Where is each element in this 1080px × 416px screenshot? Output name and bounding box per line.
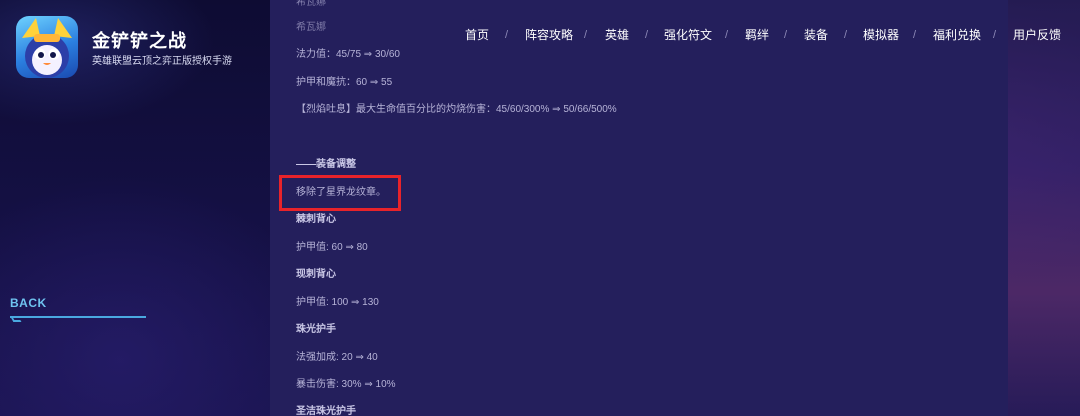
section-heading: ——装备调整 [296, 159, 356, 170]
item-heading: 现刺背心 [296, 269, 336, 280]
article-line: 法强加成: 20 ⇒ 40 [296, 352, 378, 363]
article-line: 暴击伤害: 30% ⇒ 10% [296, 379, 396, 390]
back-underline [10, 316, 146, 318]
article-line: 护甲值: 100 ⇒ 130 [296, 297, 379, 308]
nav-heroes[interactable]: 英雄 [605, 27, 629, 43]
article-line: 护甲和魔抗：60 ⇒ 55 [296, 77, 393, 88]
nav-feedback[interactable]: 用户反馈 [1013, 27, 1061, 43]
nav-home[interactable]: 首页 [465, 27, 489, 43]
penguin-mascot-icon [22, 18, 72, 78]
brand-subtitle: 英雄联盟云顶之弈正版授权手游 [92, 56, 232, 67]
nav-separator: / [993, 29, 997, 41]
back-button[interactable]: BACK [10, 296, 47, 310]
item-heading: 棘刺背心 [296, 214, 336, 225]
item-heading: 圣洁珠光护手 [296, 406, 356, 416]
article-line: 法力值：45/75 ⇒ 30/60 [296, 49, 400, 60]
item-heading: 珠光护手 [296, 324, 336, 335]
nav-simulator[interactable]: 模拟器 [863, 27, 899, 43]
nav-separator: / [844, 29, 848, 41]
top-navigation: 首页 / 阵容攻略 / 英雄 / 强化符文 / 羁绊 / 装备 / 模拟器 / … [0, 27, 1080, 43]
content-top-fade [270, 0, 1008, 14]
nav-separator: / [505, 29, 509, 41]
article-content[interactable]: 希瓦娜 希瓦娜 法力值：45/75 ⇒ 30/60 护甲和魔抗：60 ⇒ 55 … [270, 0, 1008, 416]
nav-lineup-guide[interactable]: 阵容攻略 [525, 27, 573, 43]
nav-separator: / [725, 29, 729, 41]
game-logo[interactable] [16, 16, 78, 78]
article-line: 【烈焰吐息】最大生命值百分比的灼烧伤害：45/60/300% ⇒ 50/66/5… [296, 104, 617, 115]
nav-separator: / [584, 29, 588, 41]
nav-augments[interactable]: 强化符文 [664, 27, 712, 43]
nav-separator: / [913, 29, 917, 41]
nav-items[interactable]: 装备 [804, 27, 828, 43]
highlight-annotation-box [279, 175, 401, 211]
background-art-right [1008, 0, 1080, 416]
nav-separator: / [645, 29, 649, 41]
nav-traits[interactable]: 羁绊 [745, 27, 769, 43]
article-line: 护甲值: 60 ⇒ 80 [296, 242, 368, 253]
nav-rewards[interactable]: 福利兑换 [933, 27, 981, 43]
nav-separator: / [784, 29, 788, 41]
